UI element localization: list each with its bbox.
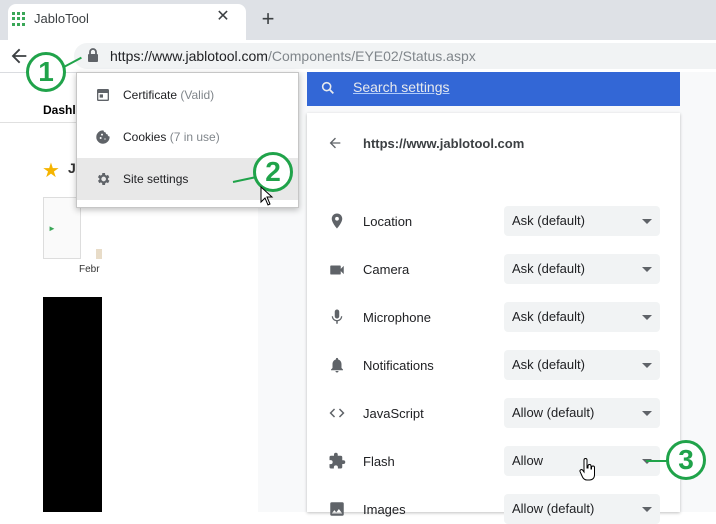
- lock-icon[interactable]: [86, 47, 100, 63]
- dropdown-arrow-icon: [642, 219, 652, 224]
- callout-1: 1: [26, 52, 66, 92]
- permission-label-images: Images: [363, 502, 406, 517]
- permission-label-javascript: JavaScript: [363, 406, 424, 421]
- url-text[interactable]: https://www.jablotool.com/Components/EYE…: [110, 48, 476, 64]
- new-tab-button[interactable]: +: [258, 8, 278, 30]
- permission-label-microphone: Microphone: [363, 310, 431, 325]
- dropdown-arrow-icon: [642, 315, 652, 320]
- certificate-status: (Valid): [180, 88, 215, 102]
- dark-panel: [43, 297, 102, 512]
- microphone-select[interactable]: Ask (default): [504, 302, 660, 332]
- camera-icon: [330, 265, 344, 275]
- dropdown-arrow-icon: [642, 267, 652, 272]
- dropdown-arrow-icon: [642, 507, 652, 512]
- puzzle-icon: [329, 452, 346, 469]
- dropdown-arrow-icon: [642, 411, 652, 416]
- select-value: Allow: [512, 453, 544, 468]
- camera-select[interactable]: Ask (default): [504, 254, 660, 284]
- play-arrow-icon: ►: [48, 224, 56, 233]
- microphone-icon: [331, 309, 343, 324]
- chart-bar: [96, 249, 102, 259]
- month-label: Febr: [79, 264, 100, 275]
- dashboard-label[interactable]: Dashl: [43, 103, 76, 117]
- callout-3-pointer: [646, 460, 668, 462]
- javascript-select[interactable]: Allow (default): [504, 398, 660, 428]
- back-arrow-icon[interactable]: [327, 135, 343, 151]
- cookies-count: (7 in use): [169, 130, 220, 144]
- select-value: Allow (default): [512, 405, 595, 420]
- certificate-label: Certificate: [123, 88, 178, 102]
- site-settings-label: Site settings: [123, 172, 189, 186]
- cookie-icon: [96, 130, 110, 144]
- tab-favicon-icon: [12, 12, 26, 26]
- select-value: Allow (default): [512, 501, 595, 516]
- dropdown-arrow-icon: [642, 363, 652, 368]
- arrow-cursor-icon: [260, 186, 274, 206]
- select-value: Ask (default): [512, 357, 585, 372]
- cookies-label: Cookies: [123, 130, 167, 144]
- callout-3: 3: [666, 440, 706, 480]
- star-icon: ★: [42, 160, 60, 182]
- search-icon: [321, 81, 334, 94]
- select-value: Ask (default): [512, 213, 585, 228]
- permission-label-notifications: Notifications: [363, 358, 434, 373]
- code-icon: [329, 408, 345, 418]
- images-select[interactable]: Allow (default): [504, 494, 660, 524]
- select-value: Ask (default): [512, 309, 585, 324]
- tab-close-icon[interactable]: ✕: [214, 8, 232, 26]
- certificate-icon: [97, 89, 109, 101]
- permission-label-location: Location: [363, 214, 413, 229]
- url-path: /Components/EYE02/Status.aspx: [267, 48, 476, 64]
- image-icon: [330, 502, 344, 516]
- bell-icon: [331, 357, 343, 373]
- notifications-select[interactable]: Ask (default): [504, 350, 660, 380]
- gear-icon: [97, 173, 110, 185]
- tab-title: JabloTool: [34, 11, 89, 26]
- location-icon: [331, 213, 343, 229]
- url-domain: https://www.jablotool.com: [110, 48, 268, 64]
- popup-item-cookies[interactable]: Cookies (7 in use): [77, 116, 298, 158]
- site-url-heading: https://www.jablotool.com: [363, 136, 525, 151]
- page-divider: [0, 122, 80, 123]
- search-input[interactable]: Search settings: [353, 79, 450, 95]
- permission-label-flash: Flash: [363, 454, 395, 469]
- popup-item-certificate[interactable]: Certificate (Valid): [77, 74, 298, 116]
- hand-cursor-icon: [579, 458, 595, 481]
- location-select[interactable]: Ask (default): [504, 206, 660, 236]
- select-value: Ask (default): [512, 261, 585, 276]
- page-heading-fragment: J: [68, 160, 76, 176]
- permission-label-camera: Camera: [363, 262, 410, 277]
